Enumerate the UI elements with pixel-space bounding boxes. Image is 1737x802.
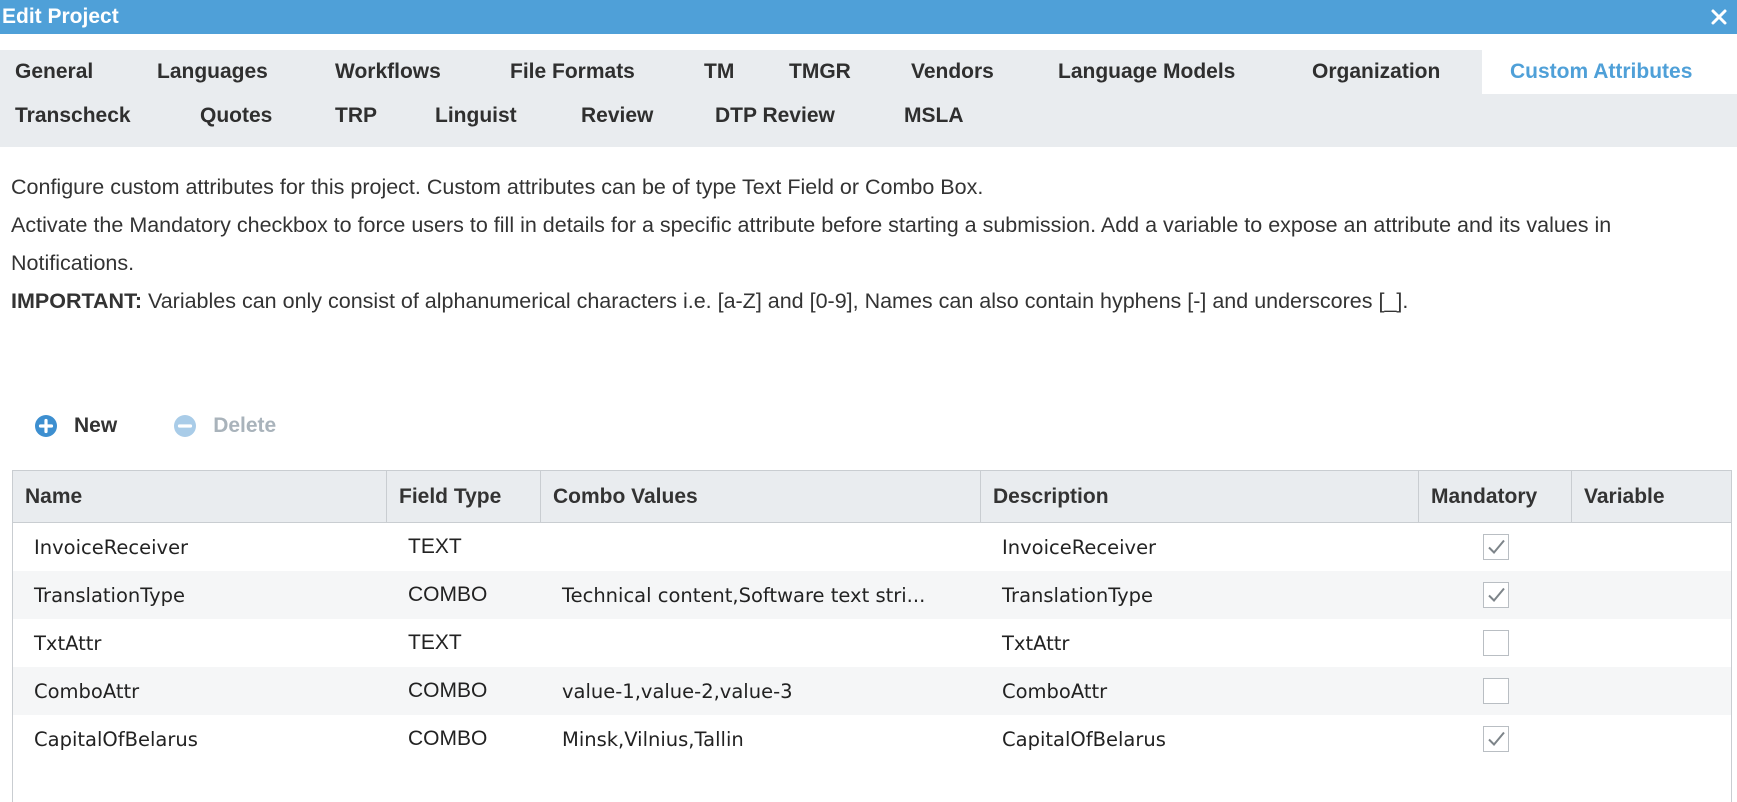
table-row[interactable]: ComboAttr COMBO value-1,value-2,value-3 Com…: [13, 667, 1731, 715]
mandatory-checkbox[interactable]: [1482, 678, 1509, 704]
cell-description: ComboAttr: [1002, 679, 1108, 703]
cell-description: InvoiceReceiver: [1002, 535, 1157, 559]
close-icon: [1711, 9, 1727, 25]
cell-mandatory: [1419, 534, 1572, 560]
column-header-variable[interactable]: Variable: [1572, 471, 1731, 522]
delete-button-label: Delete: [213, 414, 277, 437]
custom-attributes-grid: Name Field Type Combo Values Description…: [12, 470, 1732, 802]
table-row[interactable]: CapitalOfBelarus COMBO Minsk,Vilnius,Talli…: [13, 715, 1731, 763]
mandatory-checkbox[interactable]: [1482, 582, 1509, 608]
grid-toolbar: New Delete: [34, 410, 332, 442]
new-button-label: New: [74, 414, 118, 437]
cell-field-type: COMBO: [408, 583, 488, 606]
cell-field-type: COMBO: [408, 679, 488, 702]
table-row[interactable]: TranslationType COMBO Technical content,So…: [13, 571, 1731, 619]
cell-mandatory: [1419, 630, 1572, 656]
cell-description: TranslationType: [1002, 583, 1154, 607]
mandatory-checkbox[interactable]: [1482, 630, 1509, 656]
window-titlebar: Edit Project: [0, 0, 1737, 34]
tab-linguist[interactable]: Linguist: [435, 94, 581, 138]
column-header-description[interactable]: Description: [981, 471, 1419, 522]
description-text: Configure custom attributes for this pro…: [11, 168, 1726, 320]
cell-name: TxtAttr: [34, 631, 102, 655]
new-button[interactable]: New: [34, 414, 117, 438]
tab-row-2: Transcheck Quotes TRP Linguist Review DT…: [0, 94, 984, 138]
cell-combo-values: Minsk,Vilnius,Tallin: [562, 727, 744, 751]
tab-dtp-review[interactable]: DTP Review: [715, 94, 904, 138]
cell-name: InvoiceReceiver: [34, 535, 189, 559]
tab-review[interactable]: Review: [581, 94, 715, 138]
column-header-name[interactable]: Name: [13, 471, 387, 522]
tab-trp[interactable]: TRP: [335, 94, 435, 138]
tab-bar: General Languages Workflows File Formats…: [0, 50, 1737, 147]
tab-custom-attributes[interactable]: Custom Attributes: [1482, 50, 1737, 94]
table-row[interactable]: InvoiceReceiver TEXT InvoiceReceiver: [13, 523, 1731, 571]
cell-name: TranslationType: [34, 583, 186, 607]
tab-msla[interactable]: MSLA: [904, 94, 984, 138]
tab-transcheck[interactable]: Transcheck: [15, 94, 200, 138]
column-header-field-type[interactable]: Field Type: [387, 471, 541, 522]
cell-mandatory: [1419, 678, 1572, 704]
grid-body: InvoiceReceiver TEXT InvoiceReceiver Transl…: [13, 523, 1731, 763]
window-title: Edit Project: [2, 5, 119, 28]
checkmark-icon: [1487, 587, 1505, 602]
column-header-combo-values[interactable]: Combo Values: [541, 471, 981, 522]
delete-button[interactable]: Delete: [173, 414, 276, 438]
minus-circle-icon: [174, 415, 197, 437]
tab-file-formats[interactable]: File Formats: [510, 50, 704, 94]
tab-language-models[interactable]: Language Models: [1058, 50, 1312, 94]
cell-mandatory: [1419, 726, 1572, 752]
description-line-2: Activate the Mandatory checkbox to force…: [11, 213, 1612, 275]
table-row[interactable]: TxtAttr TEXT TxtAttr: [13, 619, 1731, 667]
column-header-mandatory[interactable]: Mandatory: [1419, 471, 1572, 522]
tab-tm[interactable]: TM: [704, 50, 789, 94]
important-label: IMPORTANT:: [11, 289, 142, 313]
tab-row-1: General Languages Workflows File Formats…: [0, 50, 1737, 94]
tab-vendors[interactable]: Vendors: [911, 50, 1058, 94]
tab-general[interactable]: General: [15, 50, 157, 94]
grid-header: Name Field Type Combo Values Description…: [13, 471, 1731, 523]
plus-circle-icon: [35, 415, 57, 437]
cell-mandatory: [1419, 582, 1572, 608]
cell-field-type: COMBO: [408, 727, 488, 750]
mandatory-checkbox[interactable]: [1482, 534, 1509, 560]
cell-description: CapitalOfBelarus: [1002, 727, 1166, 751]
cell-description: TxtAttr: [1002, 631, 1070, 655]
tab-quotes[interactable]: Quotes: [200, 94, 335, 138]
tab-workflows[interactable]: Workflows: [335, 50, 510, 94]
checkmark-icon: [1487, 731, 1505, 746]
close-button[interactable]: [1707, 5, 1731, 29]
cell-combo-values: value-1,value-2,value-3: [562, 679, 793, 703]
cell-name: CapitalOfBelarus: [34, 727, 198, 751]
checkmark-icon: [1487, 539, 1505, 554]
mandatory-checkbox[interactable]: [1482, 726, 1509, 752]
tab-languages[interactable]: Languages: [157, 50, 335, 94]
cell-field-type: TEXT: [408, 631, 462, 654]
description-important: IMPORTANT: Variables can only consist of…: [11, 282, 1726, 320]
cell-name: ComboAttr: [34, 679, 140, 703]
important-text: Variables can only consist of alphanumer…: [141, 289, 1409, 313]
cell-field-type: TEXT: [408, 535, 462, 558]
description-line-1: Configure custom attributes for this pro…: [11, 175, 984, 199]
cell-combo-values: Technical content,Software text stri...: [562, 583, 926, 607]
tab-tmgr[interactable]: TMGR: [789, 50, 911, 94]
tab-organization[interactable]: Organization: [1312, 50, 1482, 94]
